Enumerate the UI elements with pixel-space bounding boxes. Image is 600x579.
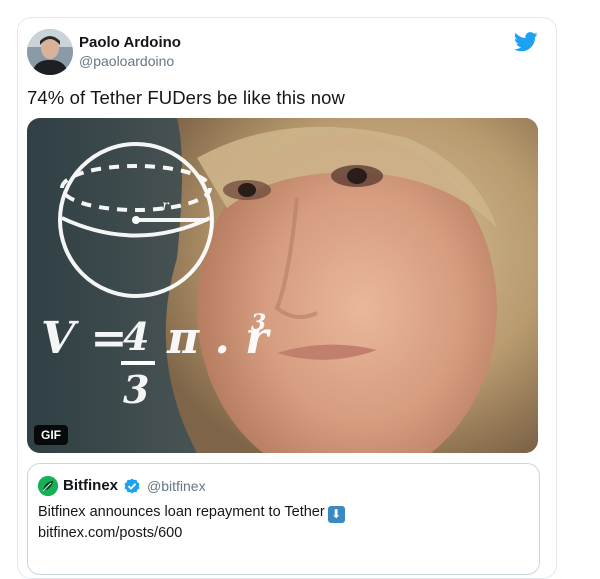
equation-lhs: V =	[41, 313, 127, 364]
quoted-author-name[interactable]: Bitfinex	[63, 477, 118, 494]
quoted-tweet-link[interactable]: bitfinex.com/posts/600	[38, 525, 182, 541]
bitfinex-leaf-icon	[38, 476, 58, 496]
gif-frame: r V = 4 3 π . r 3	[27, 118, 538, 453]
bitfinex-avatar[interactable]	[38, 476, 58, 496]
avatar[interactable]	[27, 29, 73, 75]
author-handle[interactable]: @paoloardoino	[79, 53, 174, 69]
quoted-tweet-text: Bitfinex announces loan repayment to Tet…	[38, 504, 325, 520]
quoted-author-handle[interactable]: @bitfinex	[147, 478, 206, 494]
author-name[interactable]: Paolo Ardoino	[79, 34, 181, 51]
quoted-tweet-body: Bitfinex announces loan repayment to Tet…	[38, 502, 345, 543]
verified-badge-icon	[124, 478, 140, 494]
tweet-text: 74% of Tether FUDers be like this now	[27, 87, 346, 108]
equation-numerator: 4	[123, 314, 149, 359]
equation-denominator: 3	[123, 367, 149, 412]
avatar-image	[27, 29, 73, 75]
gif-media[interactable]: r V = 4 3 π . r 3	[27, 118, 538, 453]
equation-exponent: 3	[251, 310, 266, 336]
quoted-tweet[interactable]: Bitfinex @bitfinex Bitfinex announces lo…	[27, 463, 540, 575]
twitter-bird-icon[interactable]	[514, 32, 538, 52]
down-arrow-emoji-icon: ⬇	[327, 506, 345, 523]
gif-badge: GIF	[34, 425, 68, 445]
